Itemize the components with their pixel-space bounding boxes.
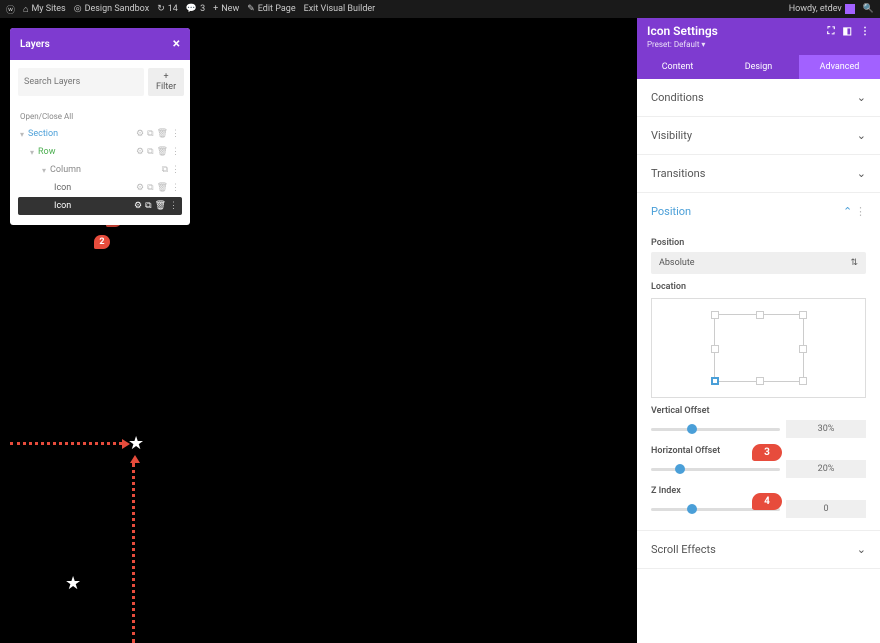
chevron-down-icon: ⌄	[857, 91, 866, 104]
horizontal-offset-arrow	[10, 442, 122, 445]
tab-advanced[interactable]: Advanced	[799, 55, 880, 79]
comments-link[interactable]: 💬 3	[186, 4, 205, 14]
preset-label[interactable]: Preset: Default ▾	[647, 40, 870, 49]
more-icon[interactable]: ⋮	[860, 26, 870, 37]
chevron-down-icon: ⌄	[857, 129, 866, 142]
more-icon: ⋮	[171, 183, 180, 193]
close-icon[interactable]: ×	[173, 36, 180, 52]
vertical-offset-arrow	[132, 463, 135, 643]
more-icon: ⋮	[855, 205, 866, 218]
chevron-up-icon: ⌃	[843, 205, 852, 218]
select-arrows-icon: ⇅	[850, 258, 858, 268]
filter-button[interactable]: + Filter	[148, 68, 184, 96]
copy-icon: ⧉	[147, 147, 153, 157]
expand-icon[interactable]: ⛶	[828, 26, 835, 37]
layer-icon-1[interactable]: Icon ⚙⧉🗑⋮	[18, 179, 182, 197]
trash-icon: 🗑	[157, 183, 168, 193]
new-link[interactable]: + New	[213, 4, 239, 14]
copy-icon: ⧉	[145, 201, 151, 211]
mysites-link[interactable]: ⌂ My Sites	[23, 4, 66, 15]
gear-icon: ⚙	[136, 183, 144, 193]
trash-icon: 🗑	[157, 147, 168, 157]
zindex-input[interactable]	[786, 500, 866, 518]
layer-column[interactable]: ▾Column ⧉⋮	[18, 161, 182, 179]
hoffset-slider[interactable]	[651, 468, 780, 471]
acc-visibility[interactable]: Visibility⌄	[637, 117, 880, 154]
position-select[interactable]: Absolute⇅	[651, 252, 866, 274]
layer-row[interactable]: ▾Row ⚙⧉🗑⋮	[18, 143, 182, 161]
copy-icon: ⧉	[147, 183, 153, 193]
layer-section[interactable]: ▾Section ⚙⧉🗑⋮	[18, 125, 182, 143]
layers-panel: Layers × + Filter Open/Close All ▾Sectio…	[10, 28, 190, 225]
star-icon-1[interactable]: ★	[128, 433, 144, 454]
exit-builder-link[interactable]: Exit Visual Builder	[304, 4, 376, 14]
star-icon-2[interactable]: ★	[65, 573, 81, 594]
layer-icon-2-selected[interactable]: Icon ⚙⧉🗑⋮	[18, 197, 182, 215]
position-label: Position	[651, 238, 866, 248]
chevron-down-icon: ⌄	[857, 167, 866, 180]
layers-search-input[interactable]	[18, 68, 144, 96]
location-picker[interactable]	[651, 298, 866, 398]
gear-icon: ⚙	[136, 129, 144, 139]
avatar-icon	[845, 4, 855, 14]
search-icon[interactable]: 🔍	[863, 4, 874, 14]
location-label: Location	[651, 282, 866, 292]
edit-page-link[interactable]: ✎ Edit Page	[247, 4, 295, 14]
more-icon: ⋮	[171, 165, 180, 175]
trash-icon: 🗑	[155, 201, 166, 211]
callout-3: 3	[752, 444, 782, 461]
copy-icon: ⧉	[162, 165, 168, 175]
tab-design[interactable]: Design	[718, 55, 799, 79]
acc-transitions[interactable]: Transitions⌄	[637, 155, 880, 192]
more-icon: ⋮	[171, 147, 180, 157]
hoffset-input[interactable]	[786, 460, 866, 478]
voffset-slider[interactable]	[651, 428, 780, 431]
copy-icon: ⧉	[147, 129, 153, 139]
gear-icon: ⚙	[134, 201, 142, 211]
layers-title: Layers	[20, 39, 50, 50]
settings-tabs: Content Design Advanced	[637, 55, 880, 79]
settings-title: Icon Settings	[647, 24, 718, 38]
site-link[interactable]: ◎ Design Sandbox	[74, 4, 149, 14]
location-bottom-left-selected	[711, 377, 719, 385]
acc-conditions[interactable]: Conditions⌄	[637, 79, 880, 116]
half-icon[interactable]: ◧	[843, 26, 852, 37]
wp-logo-icon[interactable]: ⓦ	[6, 3, 15, 16]
voffset-label: Vertical Offset	[651, 406, 866, 416]
editor-canvas[interactable]: Layers × + Filter Open/Close All ▾Sectio…	[0, 18, 637, 643]
chevron-down-icon: ⌄	[857, 543, 866, 556]
callout-2: 2	[94, 235, 110, 249]
more-icon: ⋮	[171, 129, 180, 139]
acc-position[interactable]: Position⌃ ⋮	[637, 193, 880, 230]
acc-scroll-effects[interactable]: Scroll Effects⌄	[637, 531, 880, 568]
admin-topbar: ⓦ ⌂ My Sites ◎ Design Sandbox ↻ 14 💬 3 +…	[0, 0, 880, 18]
trash-icon: 🗑	[157, 129, 168, 139]
settings-sidebar: Icon Settings ⛶ ◧ ⋮ Preset: Default ▾ Co…	[637, 18, 880, 643]
updates-link[interactable]: ↻ 14	[157, 4, 178, 14]
gear-icon: ⚙	[136, 147, 144, 157]
callout-4: 4	[752, 493, 782, 510]
howdy-link[interactable]: Howdy, etdev	[789, 4, 855, 14]
open-close-all[interactable]: Open/Close All	[18, 108, 182, 125]
tab-content[interactable]: Content	[637, 55, 718, 79]
voffset-input[interactable]	[786, 420, 866, 438]
more-icon: ⋮	[169, 201, 178, 211]
